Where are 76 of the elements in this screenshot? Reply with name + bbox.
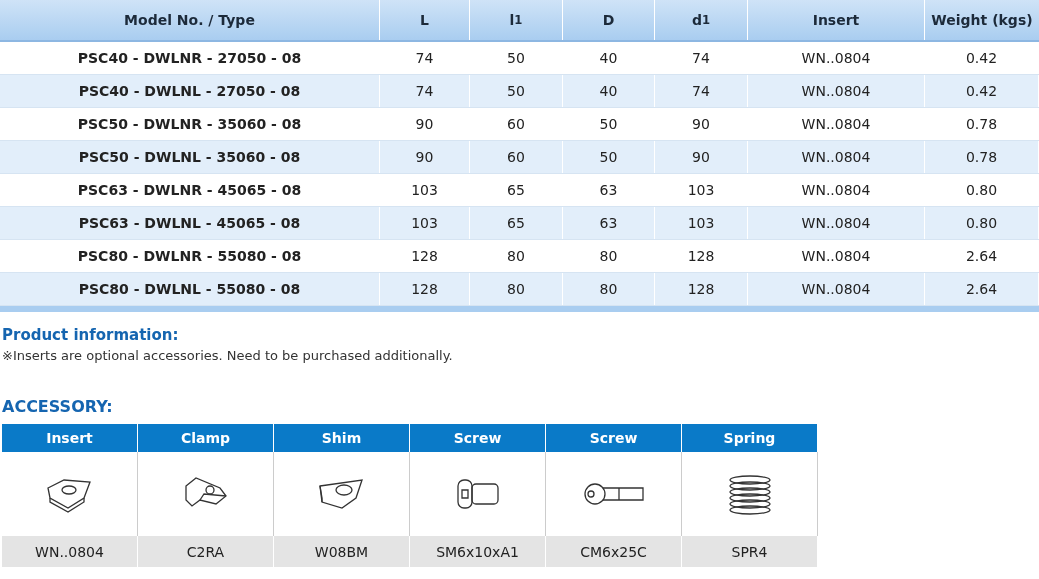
table-cell: WN..0804 — [748, 141, 925, 173]
table-cell: 80 — [563, 240, 655, 272]
table-cell: 80 — [470, 273, 563, 305]
column-header: Screw — [546, 424, 682, 452]
table-cell: 0.42 — [925, 42, 1039, 74]
table-cell: CM6x25C — [546, 536, 682, 567]
table-cell: WN..0804 — [748, 75, 925, 107]
table-cell: 60 — [470, 141, 563, 173]
table-cell: PSC50 - DWLNL - 35060 - 08 — [0, 141, 380, 173]
column-header: Weight (kgs) — [930, 10, 1034, 30]
table-cell: C2RA — [138, 536, 274, 567]
table-cell: 74 — [380, 42, 470, 74]
column-header: Shim — [274, 424, 410, 452]
table-cell: 2.64 — [925, 240, 1039, 272]
table-cell: PSC50 - DWLNR - 35060 - 08 — [0, 108, 380, 140]
table-cell: 103 — [655, 207, 748, 239]
table-cell: 90 — [380, 141, 470, 173]
table-cell: PSC80 - DWLNR - 55080 - 08 — [0, 240, 380, 272]
table-cell: 50 — [470, 75, 563, 107]
table-cell: 74 — [380, 75, 470, 107]
table-cell: 80 — [563, 273, 655, 305]
table-cell: 60 — [470, 108, 563, 140]
table-cell: WN..0804 — [748, 240, 925, 272]
table-cell: 128 — [655, 240, 748, 272]
table-cell: 40 — [563, 75, 655, 107]
table-cell: SPR4 — [682, 536, 818, 567]
table-cell: 65 — [470, 207, 563, 239]
section-title: Product information: — [2, 326, 180, 344]
table-cell: 0.80 — [925, 207, 1039, 239]
table-cell: 0.80 — [925, 174, 1039, 206]
table-cell: 103 — [380, 174, 470, 206]
table-cell: 128 — [655, 273, 748, 305]
table-cell: SM6x10xA1 — [410, 536, 546, 567]
table-cell: 80 — [470, 240, 563, 272]
table-cell: 50 — [563, 108, 655, 140]
table-cell: PSC63 - DWLNR - 45065 - 08 — [0, 174, 380, 206]
table-cell: 128 — [380, 240, 470, 272]
column-header: Insert — [2, 424, 138, 452]
table-cell: 103 — [655, 174, 748, 206]
table-cell: 90 — [655, 108, 748, 140]
table-cell: 63 — [563, 174, 655, 206]
table-cell: 40 — [563, 42, 655, 74]
table-cell: 50 — [563, 141, 655, 173]
table-cell: 74 — [655, 42, 748, 74]
note-text: ※Inserts are optional accessories. Need to be purchased additionally. — [2, 348, 454, 363]
table-cell: 0.42 — [925, 75, 1039, 107]
table-cell: W08BM — [274, 536, 410, 567]
table-cell: PSC63 - DWLNL - 45065 - 08 — [0, 207, 380, 239]
column-header: Clamp — [138, 424, 274, 452]
column-header: L — [380, 0, 470, 40]
column-header: Spring — [682, 424, 818, 452]
table-cell: 2.64 — [925, 273, 1039, 305]
table-cell: 63 — [563, 207, 655, 239]
table-cell: 0.78 — [925, 108, 1039, 140]
table-cell: 128 — [380, 273, 470, 305]
table-cell: 90 — [655, 141, 748, 173]
table-cell: 90 — [380, 108, 470, 140]
table-cell: 65 — [470, 174, 563, 206]
table-cell: 0.78 — [925, 141, 1039, 173]
table-cell: PSC80 - DWLNL - 55080 - 08 — [0, 273, 380, 305]
table-cell: 103 — [380, 207, 470, 239]
table-cell: WN..0804 — [748, 273, 925, 305]
table-cell: WN..0804 — [2, 536, 138, 567]
table-cell: WN..0804 — [748, 108, 925, 140]
section-title: ACCESSORY: — [2, 397, 114, 416]
table-cell: PSC40 - DWLNL - 27050 - 08 — [0, 75, 380, 107]
table-cell: PSC40 - DWLNR - 27050 - 08 — [0, 42, 380, 74]
table-cell: WN..0804 — [748, 174, 925, 206]
column-header: Model No. / Type — [0, 0, 380, 40]
table-cell: 74 — [655, 75, 748, 107]
column-header: D — [563, 0, 655, 40]
column-header: Insert — [748, 0, 925, 40]
column-header: Screw — [410, 424, 546, 452]
table-cell: 50 — [470, 42, 563, 74]
table-cell: WN..0804 — [748, 207, 925, 239]
table-cell: WN..0804 — [748, 42, 925, 74]
